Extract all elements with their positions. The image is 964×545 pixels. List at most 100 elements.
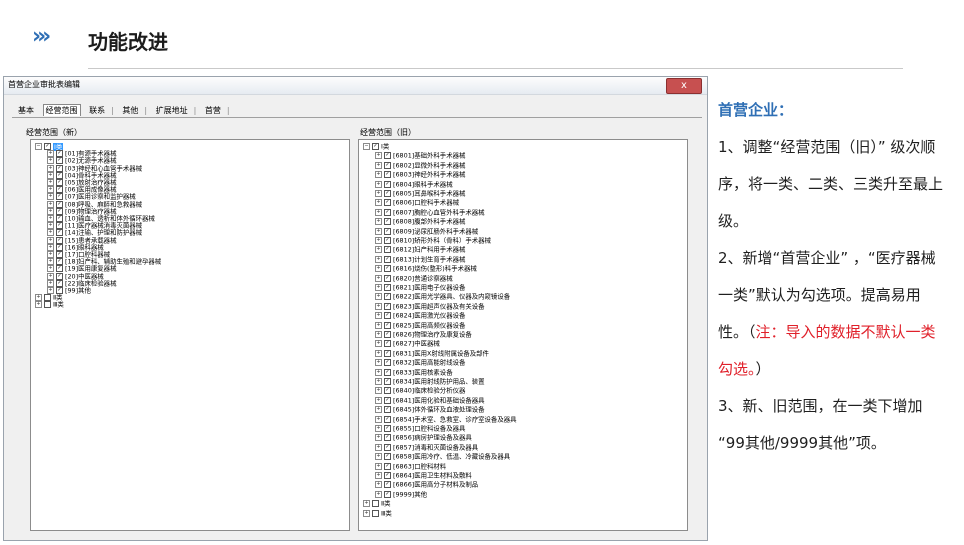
checkbox[interactable]	[384, 321, 391, 329]
expand-icon[interactable]: +	[375, 293, 382, 301]
checkbox[interactable]	[384, 246, 391, 254]
expand-icon[interactable]: +	[375, 378, 382, 385]
old-scope-tree[interactable]: − Ⅰ类 + [6801]基础外科手术器械 + [6802]显微外科手术器械 + [6803]…	[358, 139, 688, 531]
tree-item[interactable]: + [6812]妇产科用手术器械	[375, 246, 465, 254]
expand-icon[interactable]: +	[47, 207, 54, 215]
checkbox[interactable]	[384, 199, 391, 207]
tab-contact[interactable]: 联系	[89, 106, 105, 115]
expand-icon[interactable]: +	[375, 481, 382, 489]
checkbox[interactable]	[56, 229, 63, 237]
expand-icon[interactable]: +	[47, 229, 54, 237]
expand-icon[interactable]: +	[47, 258, 54, 266]
expand-icon[interactable]: +	[375, 321, 382, 329]
checkbox[interactable]	[56, 251, 63, 258]
expand-icon[interactable]: +	[375, 434, 382, 442]
checkbox[interactable]	[384, 255, 391, 263]
expand-icon[interactable]: +	[375, 199, 382, 207]
tree-root[interactable]: + Ⅱ类	[363, 500, 391, 508]
tree-item[interactable]: + [6834]医用射线防护用品、装置	[375, 378, 485, 385]
expand-icon[interactable]: +	[375, 265, 382, 273]
checkbox[interactable]	[56, 186, 63, 194]
expand-icon[interactable]: +	[35, 301, 42, 309]
checkbox[interactable]	[384, 490, 391, 498]
tree-item[interactable]: + [6833]医用核素设备	[375, 368, 453, 376]
collapse-icon[interactable]: −	[363, 143, 370, 150]
tree-item[interactable]: + [6824]医用激光仪器设备	[375, 312, 465, 320]
expand-icon[interactable]: +	[47, 157, 54, 165]
checkbox[interactable]	[384, 293, 391, 301]
checkbox[interactable]	[384, 387, 391, 395]
expand-icon[interactable]: +	[363, 509, 370, 517]
checkbox[interactable]	[384, 331, 391, 338]
tree-item[interactable]: + [6858]医用冷疗、低温、冷藏设备及器具	[375, 453, 510, 461]
checkbox[interactable]	[56, 243, 63, 251]
checkbox[interactable]	[384, 312, 391, 320]
checkbox[interactable]	[384, 396, 391, 404]
tree-item[interactable]: + [9999]其他	[375, 490, 427, 498]
checkbox[interactable]	[384, 472, 391, 479]
tree-root[interactable]: + Ⅲ类	[35, 301, 64, 309]
checkbox[interactable]	[56, 215, 63, 222]
checkbox[interactable]	[56, 157, 63, 165]
tree-item[interactable]: + [6823]医用超声仪器及有关设备	[375, 302, 485, 310]
tree-item[interactable]: + [6802]显微外科手术器械	[375, 161, 465, 169]
expand-icon[interactable]: +	[375, 453, 382, 461]
expand-icon[interactable]: +	[375, 180, 382, 188]
checkbox[interactable]	[56, 222, 63, 230]
expand-icon[interactable]: +	[375, 284, 382, 291]
expand-icon[interactable]: +	[375, 246, 382, 254]
expand-icon[interactable]: +	[375, 237, 382, 244]
tree-item[interactable]: + [6857]消毒和灭菌设备及器具	[375, 443, 478, 451]
expand-icon[interactable]: +	[375, 425, 382, 432]
expand-icon[interactable]: +	[47, 200, 54, 208]
tree-item[interactable]: + [6831]医用X射线附属设备及部件	[375, 349, 489, 357]
collapse-icon[interactable]: −	[35, 143, 42, 150]
tree-item[interactable]: + [6845]体外循环及血液处理设备	[375, 406, 485, 414]
expand-icon[interactable]: +	[47, 222, 54, 230]
checkbox[interactable]	[56, 164, 63, 172]
expand-icon[interactable]: +	[375, 387, 382, 395]
expand-icon[interactable]: +	[375, 227, 382, 235]
checkbox[interactable]	[384, 161, 391, 169]
expand-icon[interactable]: +	[375, 472, 382, 479]
checkbox[interactable]	[384, 265, 391, 273]
checkbox[interactable]	[384, 340, 391, 348]
checkbox[interactable]	[56, 265, 63, 273]
checkbox[interactable]	[44, 294, 51, 302]
expand-icon[interactable]: +	[35, 294, 42, 302]
checkbox[interactable]	[56, 279, 63, 287]
tree-item[interactable]: + [6825]医用高频仪器设备	[375, 321, 465, 329]
checkbox[interactable]	[56, 150, 63, 158]
expand-icon[interactable]: +	[375, 190, 382, 197]
tree-item[interactable]: + [6827]中医器械	[375, 340, 440, 348]
checkbox[interactable]	[56, 193, 63, 201]
checkbox[interactable]	[384, 302, 391, 310]
new-scope-tree[interactable]: −Ⅰ类+[01]有源手术器械+[02]无源手术器械+[03]神经和心血管手术器械…	[30, 139, 350, 531]
expand-icon[interactable]: +	[375, 490, 382, 498]
expand-icon[interactable]: +	[47, 186, 54, 194]
tree-item[interactable]: + [6832]医用高能射线设备	[375, 359, 465, 367]
checkbox[interactable]	[384, 227, 391, 235]
checkbox[interactable]	[384, 453, 391, 461]
checkbox[interactable]	[384, 237, 391, 244]
expand-icon[interactable]: +	[47, 215, 54, 222]
expand-icon[interactable]: +	[375, 331, 382, 338]
checkbox[interactable]	[56, 236, 63, 244]
checkbox[interactable]	[384, 434, 391, 442]
tree-item[interactable]: + [6866]医用高分子材料及制品	[375, 481, 478, 489]
tree-item[interactable]: + [6856]病房护理设备及器具	[375, 434, 472, 442]
tree-item[interactable]: + [6855]口腔科设备及器具	[375, 425, 465, 432]
tree-item[interactable]: + [6841]医用化验和基础设备器具	[375, 396, 485, 404]
tree-item[interactable]: + [6809]泌尿肛肠外科手术器械	[375, 227, 478, 235]
tab-basic[interactable]: 基本	[18, 106, 34, 115]
tab-business-scope[interactable]: 经营范围	[42, 104, 81, 116]
checkbox[interactable]	[56, 207, 63, 215]
tree-item[interactable]: + [6840]临床检验分析仪器	[375, 387, 465, 395]
expand-icon[interactable]: +	[375, 340, 382, 348]
tree-root[interactable]: + Ⅲ类	[363, 509, 392, 517]
tree-item[interactable]: + [6810]矫形外科（骨科）手术器械	[375, 237, 491, 244]
expand-icon[interactable]: +	[375, 161, 382, 169]
tree-item[interactable]: + [6826]物理治疗及康复设备	[375, 331, 472, 338]
checkbox[interactable]	[56, 272, 63, 280]
checkbox[interactable]	[384, 359, 391, 367]
